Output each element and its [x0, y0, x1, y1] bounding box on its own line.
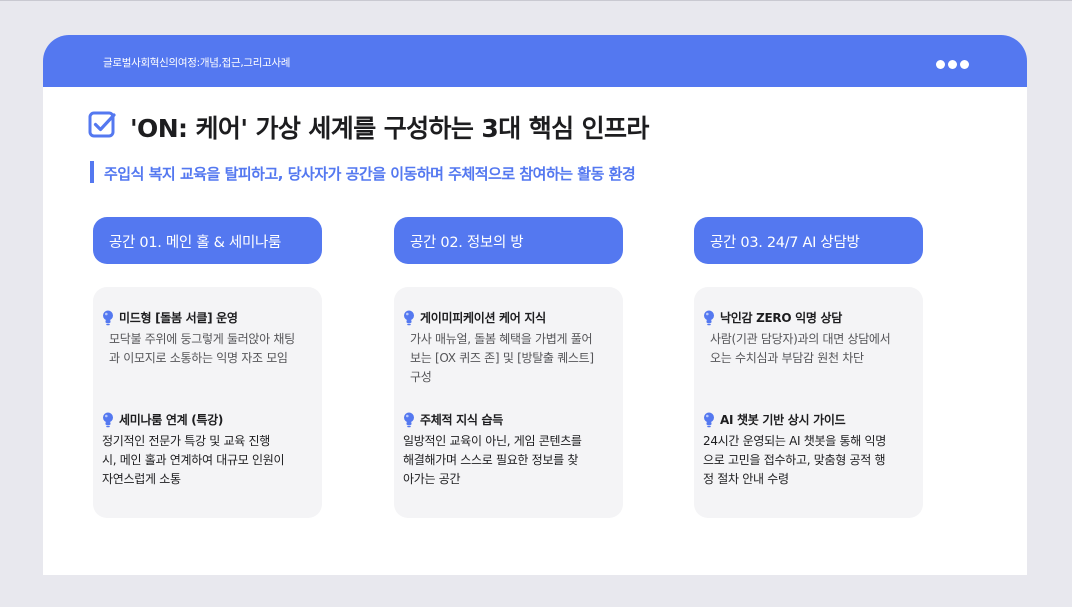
feature-description-line: 으로 고민을 접수하고, 맞춤형 공적 행 [703, 453, 886, 467]
page-title: 'ON: 케어' 가상 세계를 구성하는 3대 핵심 인프라 [130, 114, 649, 143]
feature-item: 게이미피케이션 케어 지식 가사 매뉴얼, 돌봄 혜택을 가볍게 풀어 보는 [… [403, 309, 617, 387]
page-subtitle: 주입식 복지 교육을 탈피하고, 당사자가 공간을 이동하며 주체적으로 참여하… [104, 165, 636, 183]
feature-description: 24시간 운영되는 AI 챗봇을 통해 익명 으로 고민을 접수하고, 맞춤형 … [703, 432, 917, 489]
feature-heading: 세미나룸 연계 (특강) [102, 411, 316, 428]
feature-description-line: 정 절차 안내 수령 [703, 472, 789, 486]
feature-heading: 미드형 [돌봄 서클] 운영 [102, 309, 316, 326]
space-card: 낙인감 ZERO 익명 상담 사람(기관 담당자)과의 대면 상담에서 오는 수… [694, 287, 923, 518]
feature-item: 세미나룸 연계 (특강) 정기적인 전문가 특강 및 교육 진행 시, 메인 홀… [102, 411, 316, 489]
checkbox-icon [88, 111, 116, 138]
feature-heading: 주체적 지식 습득 [403, 411, 617, 428]
feature-description: 정기적인 전문가 특강 및 교육 진행 시, 메인 홀과 연계하여 대규모 인원… [102, 432, 316, 489]
lightbulb-icon [704, 412, 714, 427]
feature-title: AI 챗봇 기반 상시 가이드 [720, 413, 846, 427]
feature-title: 미드형 [돌봄 서클] 운영 [119, 311, 238, 325]
feature-item: AI 챗봇 기반 상시 가이드 24시간 운영되는 AI 챗봇을 통해 익명 으… [703, 411, 917, 489]
space-card: 게이미피케이션 케어 지식 가사 매뉴얼, 돌봄 혜택을 가볍게 풀어 보는 [… [394, 287, 623, 518]
feature-title: 게이미피케이션 케어 지식 [420, 311, 546, 325]
window-top-divider [0, 0, 1072, 1]
slide: 글로벌사회혁신의여정:개념,접근,그리고사례 'ON: 케어' 가상 세계를 구… [43, 35, 1027, 575]
feature-title: 주체적 지식 습득 [420, 413, 503, 427]
feature-description-line: 아가는 공간 [403, 472, 461, 486]
feature-item: 미드형 [돌봄 서클] 운영 모닥불 주위에 둥그렇게 둘러앉아 채팅 과 이모… [102, 309, 316, 368]
feature-description-line: 모닥불 주위에 둥그렇게 둘러앉아 채팅 [109, 332, 295, 346]
feature-heading: AI 챗봇 기반 상시 가이드 [703, 411, 917, 428]
feature-description-line: 보는 [OX 퀴즈 존] 및 [방탈출 퀘스트] [410, 351, 594, 365]
lightbulb-icon [404, 412, 414, 427]
feature-description-line: 해결해가며 스스로 필요한 정보를 찾 [403, 453, 579, 467]
feature-description-line: 오는 수치심과 부담감 원천 차단 [710, 351, 864, 365]
feature-description-line: 정기적인 전문가 특강 및 교육 진행 [102, 434, 270, 448]
tab-space-01[interactable]: 공간 01. 메인 홀 & 세미나룸 [93, 217, 322, 264]
feature-description: 가사 매뉴얼, 돌봄 혜택을 가볍게 풀어 보는 [OX 퀴즈 존] 및 [방탈… [403, 330, 617, 387]
tab-space-02[interactable]: 공간 02. 정보의 방 [394, 217, 623, 264]
feature-description-line: 과 이모지로 소통하는 익명 자조 모임 [109, 351, 288, 365]
feature-heading: 낙인감 ZERO 익명 상담 [703, 309, 917, 326]
feature-description: 사람(기관 담당자)과의 대면 상담에서 오는 수치심과 부담감 원천 차단 [703, 330, 917, 368]
feature-title: 낙인감 ZERO 익명 상담 [720, 311, 842, 325]
space-card: 미드형 [돌봄 서클] 운영 모닥불 주위에 둥그렇게 둘러앉아 채팅 과 이모… [93, 287, 322, 518]
lightbulb-icon [404, 310, 414, 325]
feature-description-line: 자연스럽게 소통 [102, 472, 181, 486]
feature-description-line: 사람(기관 담당자)과의 대면 상담에서 [710, 332, 891, 346]
feature-description-line: 24시간 운영되는 AI 챗봇을 통해 익명 [703, 434, 887, 448]
feature-description-line: 구성 [410, 370, 432, 384]
feature-item: 낙인감 ZERO 익명 상담 사람(기관 담당자)과의 대면 상담에서 오는 수… [703, 309, 917, 368]
more-dot [948, 60, 957, 69]
feature-description: 모닥불 주위에 둥그렇게 둘러앉아 채팅 과 이모지로 소통하는 익명 자조 모… [102, 330, 316, 368]
lightbulb-icon [704, 310, 714, 325]
more-horizontal-icon[interactable] [936, 60, 969, 69]
feature-description: 일방적인 교육이 아닌, 게임 콘텐츠를 해결해가며 스스로 필요한 정보를 찾… [403, 432, 617, 489]
lightbulb-icon [103, 310, 113, 325]
more-dot [936, 60, 945, 69]
tab-space-03[interactable]: 공간 03. 24/7 AI 상담방 [694, 217, 923, 264]
feature-description-line: 시, 메인 홀과 연계하여 대규모 인원이 [102, 453, 285, 467]
feature-description-line: 가사 매뉴얼, 돌봄 혜택을 가볍게 풀어 [410, 332, 593, 346]
feature-heading: 게이미피케이션 케어 지식 [403, 309, 617, 326]
lightbulb-icon [103, 412, 113, 427]
feature-title: 세미나룸 연계 (특강) [119, 413, 224, 427]
slide-header-bar: 글로벌사회혁신의여정:개념,접근,그리고사례 [43, 35, 1027, 87]
feature-item: 주체적 지식 습득 일방적인 교육이 아닌, 게임 콘텐츠를 해결해가며 스스로… [403, 411, 617, 489]
breadcrumb: 글로벌사회혁신의여정:개념,접근,그리고사례 [103, 57, 291, 69]
more-dot [960, 60, 969, 69]
feature-description-line: 일방적인 교육이 아닌, 게임 콘텐츠를 [403, 434, 582, 448]
subtitle-accent-bar [90, 161, 94, 183]
